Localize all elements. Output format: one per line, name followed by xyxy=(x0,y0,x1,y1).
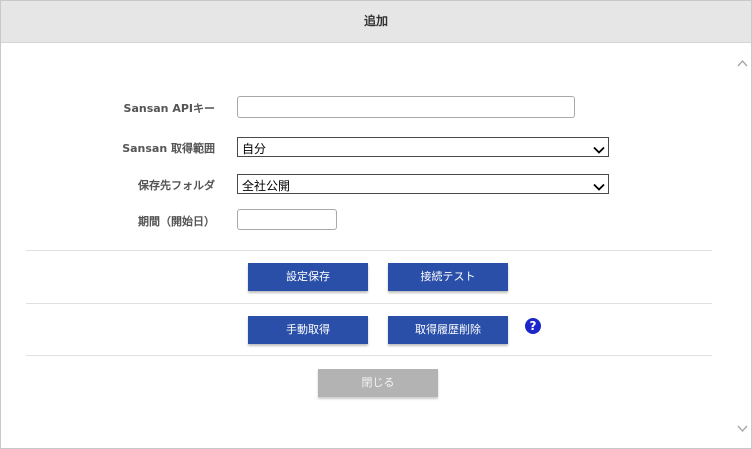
range-select-value: 自分 xyxy=(242,142,267,156)
scrollbar[interactable] xyxy=(734,43,751,448)
question-circle-icon[interactable]: ? xyxy=(525,318,541,334)
dialog-title: 追加 xyxy=(363,14,388,28)
scroll-up-icon[interactable] xyxy=(737,58,748,69)
divider xyxy=(26,303,712,304)
close-button[interactable]: 閉じる xyxy=(318,369,438,397)
api-key-input[interactable] xyxy=(237,96,575,118)
period-start-input[interactable] xyxy=(237,209,337,230)
range-select[interactable]: 自分 xyxy=(237,137,609,157)
folder-select[interactable]: 全社公開 xyxy=(237,174,609,194)
folder-select-value: 全社公開 xyxy=(242,179,291,193)
period-label: 期間（開始日） xyxy=(138,215,215,228)
manual-fetch-button[interactable]: 手動取得 xyxy=(248,316,368,344)
folder-label: 保存先フォルダ xyxy=(138,179,215,192)
add-dialog: 追加 Sansan APIキー Sansan 取得範囲 自分 保存先フォルダ 全… xyxy=(0,0,752,449)
divider xyxy=(26,250,712,251)
connection-test-button[interactable]: 接続テスト xyxy=(388,263,508,291)
api-key-label: Sansan APIキー xyxy=(123,102,215,115)
divider xyxy=(26,355,712,356)
scroll-down-icon[interactable] xyxy=(737,423,748,434)
range-label: Sansan 取得範囲 xyxy=(122,142,215,155)
dialog-titlebar: 追加 xyxy=(1,1,751,43)
delete-history-button[interactable]: 取得履歴削除 xyxy=(388,316,508,344)
save-settings-button[interactable]: 設定保存 xyxy=(248,263,368,291)
chevron-down-icon xyxy=(593,178,605,191)
chevron-down-icon xyxy=(593,141,605,154)
